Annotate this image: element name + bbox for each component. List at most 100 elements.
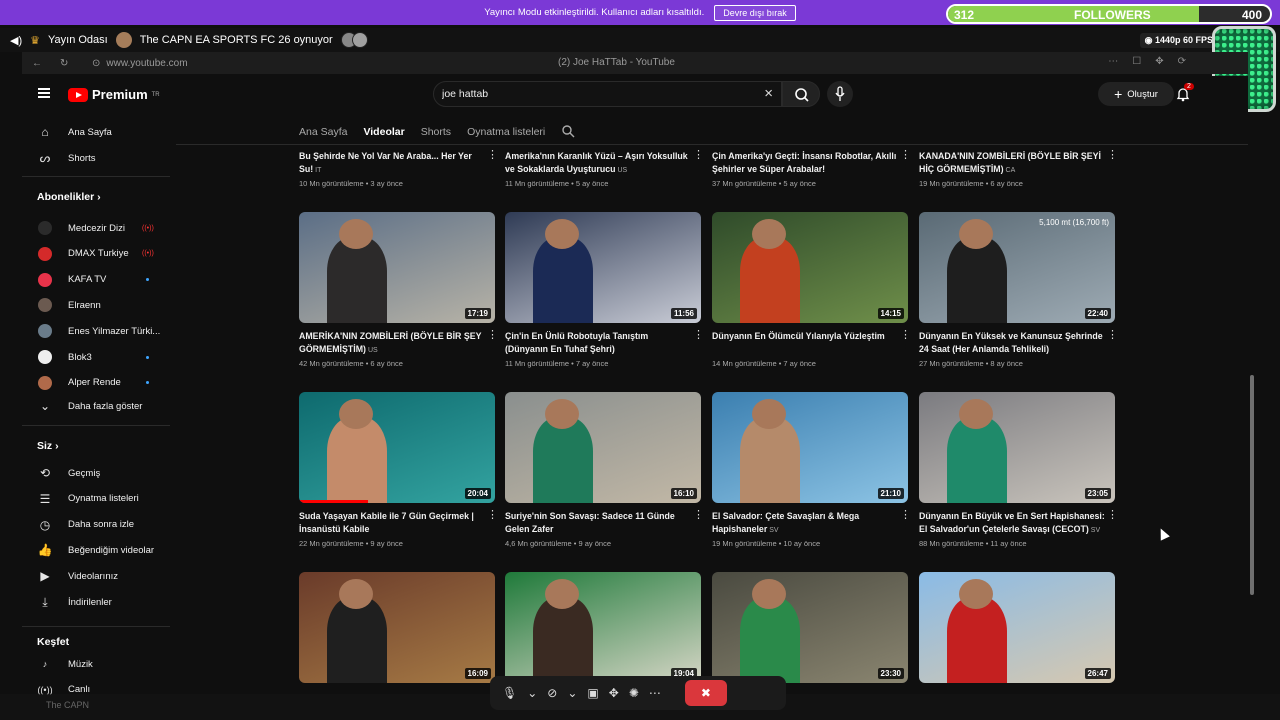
sidebar-channel-item[interactable]: Alper Rende (22, 371, 172, 395)
video-title[interactable]: Amerika'nın Karanlık Yüzü – Aşırı Yoksul… (505, 150, 691, 176)
tab-shorts[interactable]: Shorts (421, 126, 451, 138)
sidebar-channel-item[interactable]: Blok3 (22, 345, 172, 369)
video-thumbnail[interactable]: 23:05 (919, 392, 1115, 503)
voice-search-button[interactable] (827, 81, 853, 107)
more-actions-icon[interactable]: ⋮ (487, 150, 498, 164)
video-card[interactable]: 23:05 Dünyanın En Büyük ve En Sert Hapish… (919, 392, 1119, 548)
more-actions-icon[interactable]: ⋮ (693, 150, 704, 164)
video-thumbnail[interactable]: 23:30 (712, 572, 908, 683)
sidebar-you-item[interactable]: ⤓ İndirilenler (22, 590, 172, 614)
sidebar-channel-item[interactable]: Elraenn (22, 293, 172, 317)
video-thumbnail[interactable]: 20:04 (299, 392, 495, 503)
sidebar-item-shorts[interactable]: ᔕ Shorts (22, 146, 172, 170)
video-title[interactable]: El Salvador: Çete Savaşları & Mega Hapis… (712, 510, 898, 536)
sidebar-channel-item[interactable]: KAFA TV (22, 268, 172, 292)
video-title[interactable]: Çin'in En Ünlü Robotuyla Tanıştım (Dünya… (505, 330, 691, 356)
video-title[interactable]: Bu Şehirde Ne Yol Var Ne Araba... Her Ye… (299, 150, 485, 176)
bookmark-icon[interactable]: ☐ (1132, 56, 1141, 67)
notifications-button[interactable]: 2 (1174, 83, 1194, 103)
video-card[interactable]: 17:19 AMERİKA'NIN ZOMBİLERİ (BÖYLE BİR ŞE… (299, 212, 499, 368)
more-actions-icon[interactable]: ⋮ (1107, 510, 1118, 524)
more-actions-icon[interactable]: ⋮ (693, 510, 704, 524)
sidebar-you-item[interactable]: ☰ Oynatma listeleri (22, 487, 172, 511)
video-title[interactable]: Dünyanın En Ölümcül Yılanıyla Yüzleştim (712, 330, 898, 356)
video-thumbnail[interactable]: 21:10 (712, 392, 908, 503)
sidebar-you-item[interactable]: ▶ Videolarınız (22, 564, 172, 588)
sidebar-explore-item[interactable]: ♪ Müzik (22, 652, 172, 676)
video-title[interactable]: Dünyanın En Yüksek ve Kanunsuz Şehrinde … (919, 330, 1105, 356)
reload-icon[interactable]: ↻ (60, 58, 68, 69)
video-thumbnail[interactable]: 26:47 (919, 572, 1115, 683)
video-thumbnail[interactable]: 16:09 (299, 572, 495, 683)
create-button[interactable]: + Oluştur (1098, 82, 1174, 106)
youtube-logo[interactable]: Premium TR (68, 87, 160, 102)
site-info-icon[interactable]: ⊙ (92, 58, 100, 69)
video-thumbnail[interactable]: 11:56 (505, 212, 701, 323)
back-icon[interactable]: ← (32, 58, 42, 69)
video-card[interactable]: 14:15 Dünyanın En Ölümcül Yılanıyla Yüzle… (712, 212, 912, 368)
microphone-icon[interactable]: 🎙 (502, 686, 517, 700)
video-thumbnail[interactable]: 19:04 (505, 572, 701, 683)
clear-search-icon[interactable]: × (764, 85, 773, 102)
soundboard-icon[interactable]: ✺ (629, 686, 639, 700)
sidebar-channel-item[interactable]: Enes Yilmazer Türki... (22, 319, 172, 343)
activities-icon[interactable]: ✥ (609, 686, 619, 700)
video-title[interactable]: Suda Yaşayan Kabile ile 7 Gün Geçirmek |… (299, 510, 485, 536)
video-title[interactable]: Suriye'nin Son Savaşı: Sadece 11 Günde G… (505, 510, 691, 536)
more-actions-icon[interactable]: ⋮ (487, 510, 498, 524)
video-card[interactable]: 11:56 Çin'in En Ünlü Robotuyla Tanıştım (… (505, 212, 705, 368)
video-card[interactable]: 21:10 El Salvador: Çete Savaşları & Mega … (712, 392, 912, 548)
sidebar-you-item[interactable]: ◷ Daha sonra izle (22, 513, 172, 537)
chevron-down-icon[interactable]: ⌄ (567, 686, 577, 700)
more-actions-icon[interactable]: ⋮ (900, 150, 911, 164)
video-thumbnail[interactable]: 5,100 mt (16,700 ft) 22:40 (919, 212, 1115, 323)
channel-search-icon[interactable] (561, 124, 575, 141)
sidebar-item-home[interactable]: ⌂ Ana Sayfa (22, 120, 172, 144)
more-actions-icon[interactable]: ⋮ (1107, 150, 1118, 164)
more-actions-icon[interactable]: ⋮ (487, 330, 498, 344)
video-title[interactable]: AMERİKA'NIN ZOMBİLERİ (BÖYLE BİR ŞEY GÖR… (299, 330, 485, 356)
end-call-button[interactable]: ✖ (684, 680, 727, 706)
video-title[interactable]: Dünyanın En Büyük ve En Sert Hapishanesi… (919, 510, 1105, 536)
hamburger-menu-icon[interactable] (38, 88, 50, 98)
room-name[interactable]: Yayın Odası (48, 34, 108, 46)
video-card[interactable]: 20:04 Suda Yaşayan Kabile ile 7 Gün Geçir… (299, 392, 499, 548)
video-title[interactable]: Çin Amerika'yı Geçti: İnsansı Robotlar, … (712, 150, 898, 176)
subscriptions-heading[interactable]: Abonelikler › (37, 191, 101, 203)
scrollbar-thumb[interactable] (1250, 375, 1254, 595)
screen-share-icon[interactable]: ▣ (587, 686, 598, 700)
video-thumbnail[interactable]: 14:15 (712, 212, 908, 323)
video-thumbnail[interactable]: 16:10 (505, 392, 701, 503)
video-card[interactable]: 26:47 (919, 572, 1119, 683)
extensions-icon[interactable]: ✥ (1155, 56, 1163, 67)
refresh-icon[interactable]: ⟳ (1178, 56, 1186, 67)
more-actions-icon[interactable]: ⋮ (900, 330, 911, 344)
sidebar-channel-item[interactable]: Medcezir Dizi ((•)) (22, 216, 172, 240)
search-button[interactable] (782, 81, 820, 107)
tab-videolar[interactable]: Videolar (363, 126, 404, 138)
tab-oynatma-listeleri[interactable]: Oynatma listeleri (467, 126, 545, 138)
more-actions-icon[interactable]: ⋮ (1107, 330, 1118, 344)
address-bar[interactable]: www.youtube.com (106, 58, 187, 69)
video-card[interactable]: 19:04 (505, 572, 705, 683)
video-card[interactable]: 16:10 Suriye'nin Son Savaşı: Sadece 11 Gü… (505, 392, 705, 548)
more-options-icon[interactable]: ⋯ (649, 686, 661, 700)
video-title[interactable]: KANADA'NIN ZOMBİLERİ (BÖYLE BİR ŞEYİ HİÇ… (919, 150, 1105, 176)
tab-ana-sayfa[interactable]: Ana Sayfa (299, 126, 347, 138)
more-actions-icon[interactable]: ⋮ (693, 330, 704, 344)
sidebar-you-item[interactable]: ⟲ Geçmiş (22, 461, 172, 485)
sidebar-you-item[interactable]: 👍 Beğendiğim videolar (22, 538, 172, 562)
more-actions-icon[interactable]: ⋮ (900, 510, 911, 524)
show-more-button[interactable]: ⌄ Daha fazla göster (22, 394, 172, 418)
more-icon[interactable]: ⋯ (1108, 56, 1118, 67)
video-card[interactable]: 23:30 (712, 572, 912, 683)
sidebar-channel-item[interactable]: DMAX Turkiye ((•)) (22, 242, 172, 266)
camera-off-icon[interactable]: ⊘ (547, 686, 557, 700)
video-card[interactable]: 5,100 mt (16,700 ft) 22:40 Dünyanın En Yük… (919, 212, 1119, 368)
chevron-down-icon[interactable]: ⌄ (527, 686, 537, 700)
video-thumbnail[interactable]: 17:19 (299, 212, 495, 323)
you-heading[interactable]: Siz › (37, 440, 59, 452)
search-input[interactable] (434, 82, 734, 106)
video-card[interactable]: 16:09 (299, 572, 499, 683)
disable-streamer-mode-button[interactable]: Devre dışı bırak (714, 4, 796, 21)
